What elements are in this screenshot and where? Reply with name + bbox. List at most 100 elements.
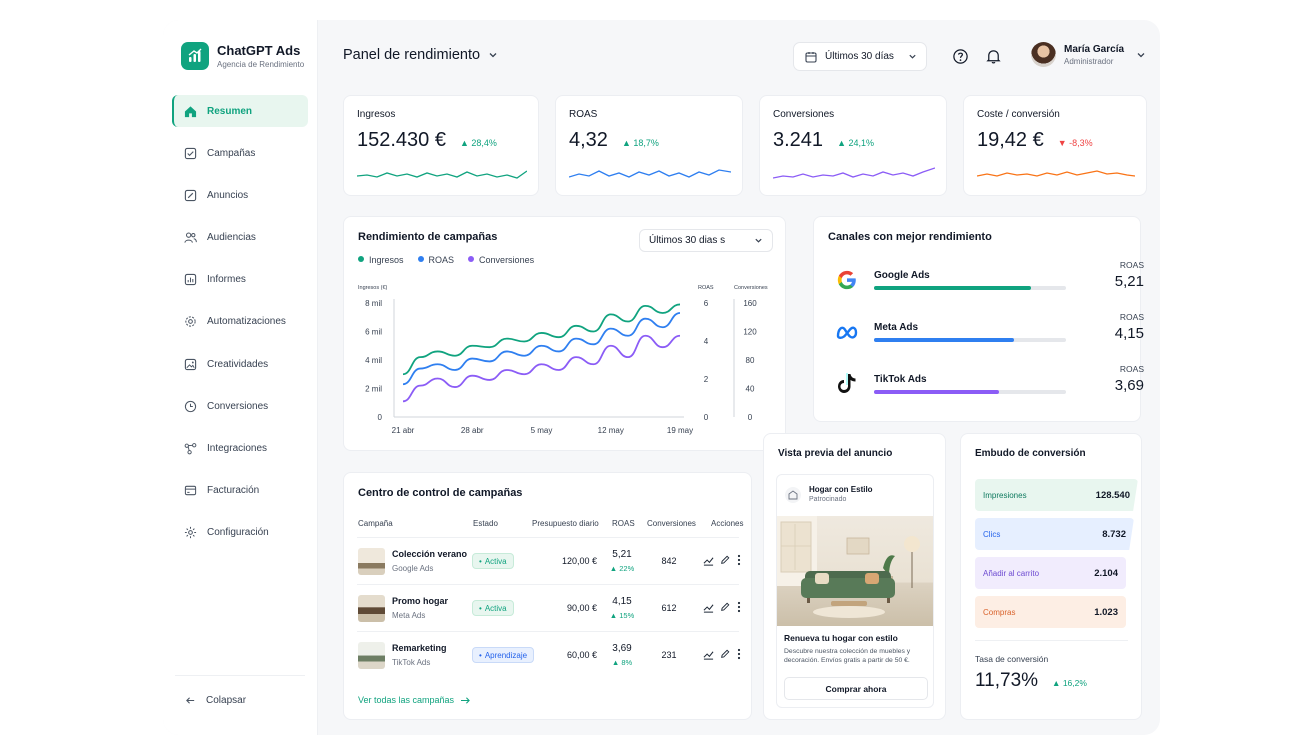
sidebar-item-campanas[interactable]: Campañas <box>172 137 308 169</box>
chevron-down-icon <box>909 54 916 59</box>
cog-gear-icon <box>185 316 196 328</box>
channel-name: TikTok Ads <box>874 374 927 385</box>
funnel-divider <box>975 640 1128 641</box>
legend-item-ingresos[interactable]: Ingresos <box>358 255 404 265</box>
kpi-delta-value: 24,1% <box>848 138 875 148</box>
help-icon[interactable] <box>952 48 969 65</box>
sidebar-item-label: Audiencias <box>207 232 256 244</box>
sidebar-item-label: Anuncios <box>207 189 249 201</box>
status-label: Activa <box>484 603 507 613</box>
channel-bar-track <box>874 338 1066 342</box>
pencil-icon[interactable] <box>720 602 730 612</box>
y-tick-label: 0 <box>378 413 383 422</box>
user-role: Administrador <box>1064 56 1114 66</box>
sidebar-item-label: Resumen <box>207 105 253 117</box>
x-tick-label: 5 may <box>531 426 553 435</box>
campaign-control-card: Centro de control de campañas Campaña Es… <box>343 472 752 720</box>
trend-icon[interactable] <box>703 602 714 613</box>
calendar-icon <box>805 51 817 63</box>
kpi-value: 3.241 <box>773 129 824 151</box>
campaign-roas-delta: ▲ 22% <box>609 564 635 573</box>
avatar <box>1031 42 1056 67</box>
table-row[interactable]: Promo hogar Meta Ads • Activa 90,00 € 4,… <box>357 584 742 631</box>
sparkline-conversiones <box>773 167 935 179</box>
channel-bar-fill <box>874 286 1032 290</box>
chevron-down-icon <box>1137 52 1145 57</box>
roas-delta-value: 15% <box>619 611 635 620</box>
conversion-funnel-card: Embudo de conversión Impresiones 128.540… <box>960 433 1142 720</box>
pencil-icon[interactable] <box>720 649 730 659</box>
sidebar-item-configuracion[interactable]: Configuración <box>172 517 308 549</box>
sidebar-item-anuncios[interactable]: Anuncios <box>172 179 308 211</box>
more-vertical-icon[interactable] <box>736 554 742 566</box>
kpi-card-conversiones: Conversiones 3.241 ▲ 24,1% <box>759 95 947 196</box>
sidebar-item-informes[interactable]: Informes <box>172 264 308 296</box>
table-row[interactable]: Colección verano Google Ads • Activa 120… <box>357 537 742 584</box>
sidebar-item-label: Campañas <box>207 147 256 159</box>
sparkline-coste <box>977 170 1135 177</box>
channel-row-meta[interactable]: Meta Ads ROAS 4,15 <box>834 312 1144 356</box>
table-row[interactable]: Remarketing TikTok Ads • Aprendizaje 60,… <box>357 631 742 678</box>
channel-name: Google Ads <box>874 270 930 281</box>
status-label: Aprendizaje <box>484 650 528 660</box>
kpi-value: 152.430 € <box>357 129 446 151</box>
ad-preview-box[interactable]: Hogar con Estilo Patrocinado Renueva tu … <box>776 474 934 708</box>
page-title-dropdown[interactable]: Panel de rendimiento <box>343 47 498 63</box>
chart-title: Rendimiento de campañas <box>358 231 498 243</box>
date-range-button[interactable]: Últimos 30 días <box>793 42 927 71</box>
sidebar-item-label: Configuración <box>207 527 269 539</box>
campaign-roas: 3,69 <box>612 643 632 654</box>
trend-icon[interactable] <box>703 555 714 566</box>
sidebar-item-resumen[interactable]: Resumen <box>172 95 308 127</box>
bell-icon[interactable] <box>985 48 1002 65</box>
sidebar-item-automatizaciones[interactable]: Automatizaciones <box>172 306 308 338</box>
collapse-button[interactable]: Colapsar <box>175 675 305 706</box>
campaign-roas: 5,21 <box>612 549 632 560</box>
pencil-icon[interactable] <box>720 555 730 565</box>
brand[interactable]: ChatGPT Ads Agencia de Rendimiento <box>181 42 304 70</box>
y3-tick-label: 40 <box>746 385 755 394</box>
arrow-right-icon <box>461 696 470 704</box>
card-icon <box>184 485 197 496</box>
funnel-step-clics[interactable]: Clics 8.732 <box>975 518 1134 550</box>
user-menu[interactable]: María García Administrador <box>1031 42 1146 67</box>
chart-range-label: Últimos 30 dias s <box>649 235 726 246</box>
ad-image <box>777 516 933 626</box>
ad-body: Descubre nuestra colección de muebles y … <box>784 648 911 665</box>
campaign-channel: Google Ads <box>392 564 434 573</box>
row-actions <box>703 601 742 613</box>
funnel-step-value: 1.023 <box>1094 606 1118 618</box>
view-all-campaigns-link[interactable]: Ver todas las campañas <box>358 695 471 705</box>
trend-icon[interactable] <box>703 649 714 660</box>
channel-roas-label: ROAS <box>1119 364 1144 374</box>
kpi-delta: ▲ 18,7% <box>621 138 659 148</box>
channel-row-tiktok[interactable]: TikTok Ads ROAS 3,69 <box>834 364 1144 408</box>
legend-item-roas[interactable]: ROAS <box>417 255 454 265</box>
table-title: Centro de control de campañas <box>358 487 523 499</box>
kpi-label: Ingresos <box>357 109 396 120</box>
funnel-step-impresiones[interactable]: Impresiones 128.540 <box>975 479 1138 511</box>
campaign-conversions: 612 <box>661 603 677 613</box>
more-vertical-icon[interactable] <box>736 601 742 613</box>
funnel-step-carrito[interactable]: Añadir al carrito 2.104 <box>975 557 1126 589</box>
sidebar-item-facturacion[interactable]: Facturación <box>172 475 308 507</box>
funnel-step-compras[interactable]: Compras 1.023 <box>975 596 1126 628</box>
channel-row-google[interactable]: Google Ads ROAS 5,21 <box>834 260 1144 304</box>
sidebar-item-audiencias[interactable]: Audiencias <box>172 222 308 254</box>
sidebar-item-label: Facturación <box>207 485 260 497</box>
y-tick-label: 6 mil <box>365 328 382 337</box>
channel-bar-track <box>874 390 1066 394</box>
x-tick-label: 21 abr <box>392 426 415 435</box>
ad-cta-button[interactable]: Comprar ahora <box>784 677 928 700</box>
row-actions <box>703 554 742 566</box>
sidebar-item-integraciones[interactable]: Integraciones <box>172 433 308 465</box>
campaign-roas-delta: ▲ 15% <box>609 611 635 620</box>
conversion-rate-label: Tasa de conversión <box>975 654 1049 664</box>
legend-item-conversiones[interactable]: Conversiones <box>468 255 534 265</box>
more-vertical-icon[interactable] <box>736 648 742 660</box>
sidebar-item-conversiones[interactable]: Conversiones <box>172 390 308 422</box>
sidebar-item-creatividades[interactable]: Creatividades <box>172 348 308 380</box>
chart-range-select[interactable]: Últimos 30 dias s <box>639 229 773 252</box>
y2-axis-label: ROAS <box>698 285 714 291</box>
chevron-down-icon <box>489 53 497 58</box>
